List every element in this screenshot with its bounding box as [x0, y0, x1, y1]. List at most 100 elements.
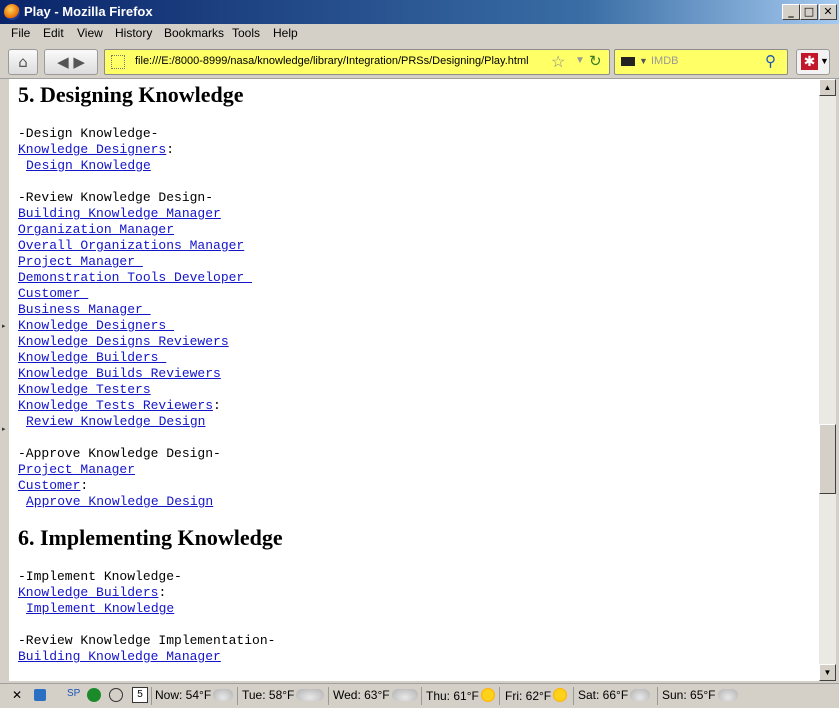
- role-link[interactable]: Project Manager: [18, 462, 135, 477]
- search-input[interactable]: IMDB: [651, 55, 679, 67]
- green-addon-icon[interactable]: [87, 688, 101, 702]
- imdb-engine-icon[interactable]: [621, 57, 635, 66]
- menu-edit[interactable]: Edit: [43, 26, 64, 40]
- colon: :: [166, 142, 175, 157]
- role-link[interactable]: Demonstration Tools Developer: [18, 270, 252, 285]
- role-link[interactable]: Knowledge Designs Reviewers: [18, 334, 229, 349]
- role-link[interactable]: Knowledge Builders: [18, 585, 158, 600]
- role-link[interactable]: Building Knowledge Manager: [18, 206, 221, 221]
- window-title: Play - Mozilla Firefox: [24, 4, 153, 19]
- back-forward-button[interactable]: ◀ ▶: [44, 49, 98, 75]
- weather-wed[interactable]: Wed: 63°F: [333, 688, 418, 702]
- weather-now[interactable]: Now: 54°F: [155, 688, 234, 702]
- weather-text: Fri: 62°F: [505, 689, 552, 703]
- sunny-icon: [480, 688, 495, 702]
- menu-tools[interactable]: Tools: [232, 26, 260, 40]
- page-content: 5. Designing Knowledge -Design Knowledge…: [9, 79, 819, 681]
- colon: :: [80, 478, 89, 493]
- step-heading: -Review Knowledge Design-: [18, 190, 214, 205]
- weather-text: Thu: 61°F: [426, 689, 479, 703]
- clock-icon[interactable]: [109, 688, 123, 702]
- status-bar: ✕ SP 5 Now: 54°F Tue: 58°F Wed: 63°F Thu…: [0, 683, 839, 708]
- site-identity-icon[interactable]: [111, 55, 125, 69]
- weather-text: Tue: 58°F: [242, 688, 295, 702]
- weather-text: Wed: 63°F: [333, 688, 390, 702]
- menu-help[interactable]: Help: [273, 26, 298, 40]
- sunny-icon: [553, 688, 568, 702]
- rain-cloud-icon: [296, 689, 325, 701]
- close-button[interactable]: ✕: [819, 4, 837, 20]
- sp-icon[interactable]: SP: [67, 688, 80, 699]
- section-heading: 5. Designing Knowledge: [18, 82, 244, 107]
- role-link[interactable]: Project Manager: [18, 254, 143, 269]
- colon: :: [158, 585, 167, 600]
- engine-dropdown-icon[interactable]: ▼: [639, 56, 648, 66]
- role-link[interactable]: Knowledge Testers: [18, 382, 151, 397]
- role-link[interactable]: Organization Manager: [18, 222, 174, 237]
- calendar-icon[interactable]: 5: [132, 687, 148, 703]
- maximize-button[interactable]: □: [800, 4, 818, 20]
- weather-text: Sun: 65°F: [662, 688, 716, 702]
- bookmark-star-icon[interactable]: ☆: [551, 52, 565, 72]
- title-bar: Play - Mozilla Firefox _ □ ✕: [0, 0, 839, 24]
- forward-icon: ▶: [73, 53, 85, 71]
- role-link[interactable]: Overall Organizations Manager: [18, 238, 244, 253]
- menu-file[interactable]: File: [11, 26, 30, 40]
- url-text[interactable]: file:///E:/8000-8999/nasa/knowledge/libr…: [135, 55, 529, 67]
- review-knowledge-design-link[interactable]: Review Knowledge Design: [26, 414, 205, 429]
- role-link[interactable]: Knowledge Builds Reviewers: [18, 366, 221, 381]
- close-addon-bar-icon[interactable]: ✕: [12, 688, 22, 702]
- partly-sunny-icon: [630, 689, 651, 701]
- colon: :: [213, 398, 221, 413]
- role-link[interactable]: Business Manager: [18, 302, 151, 317]
- search-icon[interactable]: ⚲: [765, 52, 776, 70]
- implement-knowledge-link[interactable]: Implement Knowledge: [26, 601, 174, 616]
- role-link[interactable]: Knowledge Builders: [18, 350, 166, 365]
- addon-icon: ✱: [801, 53, 818, 70]
- minimize-button[interactable]: _: [782, 4, 800, 20]
- home-button[interactable]: ⌂: [8, 49, 38, 75]
- role-link[interactable]: Customer: [18, 286, 88, 301]
- menu-view[interactable]: View: [77, 26, 103, 40]
- weather-text: Now: 54°F: [155, 688, 212, 702]
- role-link[interactable]: Knowledge Tests Reviewers: [18, 398, 213, 413]
- step-heading: -Implement Knowledge-: [18, 569, 182, 584]
- search-bar[interactable]: ▼ IMDB ⚲: [614, 49, 788, 75]
- xmarks-icon[interactable]: [34, 689, 46, 701]
- role-link[interactable]: Customer: [18, 478, 80, 493]
- weather-text: Sat: 66°F: [578, 688, 629, 702]
- scroll-thumb[interactable]: [819, 424, 836, 494]
- firefox-icon: [4, 4, 20, 20]
- section-heading: 6. Implementing Knowledge: [18, 525, 283, 550]
- weather-fri[interactable]: Fri: 62°F: [505, 688, 568, 703]
- step-heading: -Design Knowledge-: [18, 126, 159, 141]
- role-link[interactable]: Knowledge Designers: [18, 142, 166, 157]
- partly-cloudy-icon: [391, 689, 418, 701]
- addon-dropdown-icon[interactable]: ▼: [820, 56, 829, 66]
- grip-arrow-icon: ▸: [2, 426, 6, 433]
- approve-knowledge-design-link[interactable]: Approve Knowledge Design: [26, 494, 213, 509]
- url-dropdown-icon[interactable]: ▼: [575, 55, 585, 66]
- weather-thu[interactable]: Thu: 61°F: [426, 688, 495, 703]
- design-knowledge-link[interactable]: Design Knowledge: [26, 158, 151, 173]
- role-link[interactable]: Knowledge Designers: [18, 318, 174, 333]
- role-link[interactable]: Building Knowledge Manager: [18, 649, 221, 664]
- weather-tue[interactable]: Tue: 58°F: [242, 688, 325, 702]
- partly-sunny-icon: [717, 689, 738, 701]
- cloudy-icon: [213, 689, 234, 701]
- menu-history[interactable]: History: [115, 26, 152, 40]
- menu-bookmarks[interactable]: Bookmarks: [164, 26, 224, 40]
- home-icon: ⌂: [18, 53, 28, 71]
- scroll-down-icon[interactable]: ▼: [819, 664, 836, 681]
- weather-sat[interactable]: Sat: 66°F: [578, 688, 651, 702]
- addon-button[interactable]: ✱ ▼: [796, 49, 830, 75]
- vertical-scrollbar[interactable]: ▲ ▼: [819, 79, 836, 681]
- menu-bar: File Edit View History Bookmarks Tools H…: [0, 24, 839, 44]
- url-bar[interactable]: file:///E:/8000-8999/nasa/knowledge/libr…: [104, 49, 610, 75]
- reload-icon[interactable]: ↻: [589, 52, 602, 70]
- sidebar-grip[interactable]: ▸ ▸: [0, 79, 9, 681]
- step-heading: -Review Knowledge Implementation-: [18, 633, 276, 648]
- scroll-up-icon[interactable]: ▲: [819, 79, 836, 96]
- navigation-toolbar: ⌂ ◀ ▶ file:///E:/8000-8999/nasa/knowledg…: [0, 44, 839, 79]
- weather-sun[interactable]: Sun: 65°F: [662, 688, 738, 702]
